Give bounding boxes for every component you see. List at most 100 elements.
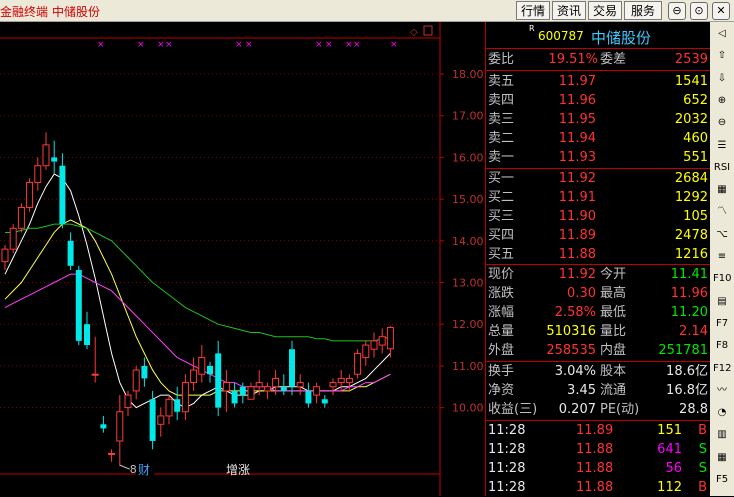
rsi-icon[interactable]: RSI xyxy=(713,159,731,177)
ask-row: 卖二 11.94 460 xyxy=(486,129,710,148)
stack-icon[interactable]: ≡ xyxy=(713,248,731,266)
f10-icon[interactable]: F10 xyxy=(713,270,731,288)
y-tick-label: 11.00 xyxy=(452,360,484,373)
stat-label: 最低 xyxy=(600,305,627,320)
event-mark-icon[interactable]: × xyxy=(353,40,361,50)
ask-label: 卖五 xyxy=(488,74,515,89)
arrow-left-icon[interactable]: ◁ xyxy=(713,25,731,43)
y-tick-label: 16.00 xyxy=(452,151,484,164)
tick-time: 11:28 xyxy=(488,480,526,495)
f8-icon[interactable]: F8 xyxy=(713,337,731,355)
candle-body xyxy=(174,399,181,412)
event-mark-icon[interactable]: × xyxy=(315,40,323,50)
bar-icon[interactable]: ▤ xyxy=(713,293,731,311)
stat-label: 涨幅 xyxy=(488,305,515,320)
event-mark-icon[interactable]: × xyxy=(245,40,253,50)
f7-icon[interactable]: F7 xyxy=(713,315,731,333)
bid-label: 买五 xyxy=(488,247,515,262)
stat-label: 总量 xyxy=(488,324,515,339)
line-icon[interactable]: 〰 xyxy=(713,382,731,400)
pie-icon[interactable]: ◔ xyxy=(713,404,731,422)
event-mark-icon[interactable]: × xyxy=(137,40,145,50)
ask-volume: 652 xyxy=(683,93,708,108)
candle-body xyxy=(124,394,132,409)
minimize-icon[interactable]: ⊖ xyxy=(668,2,686,20)
candle-body xyxy=(370,340,378,350)
close-icon[interactable]: ✕ xyxy=(712,2,730,20)
menu-trade-button[interactable]: 交易 xyxy=(588,1,622,20)
arrow-down-icon[interactable]: ⇩ xyxy=(713,70,731,88)
finance-label: 收益(三) xyxy=(488,402,538,417)
ask-label: 卖一 xyxy=(488,150,515,165)
capital-increase-label[interactable]: 增涨 xyxy=(226,462,250,477)
restore-icon[interactable]: ⊙ xyxy=(690,2,708,20)
event-mark-icon[interactable]: × xyxy=(325,40,333,50)
candle-body xyxy=(329,382,337,388)
tick-volume: 641 xyxy=(657,442,682,457)
stock-title: 中储股份 xyxy=(52,5,101,19)
candle-body xyxy=(141,365,148,379)
kline-chart[interactable]: × × × × × × × × × × × 18.0017.0016.0015.0014.0013.… xyxy=(0,22,485,496)
ask-row: 卖五 11.97 1541 xyxy=(486,72,710,91)
stat-value: 11.20 xyxy=(670,305,708,320)
finance-row: 收益(三) 0.207 PE(动) 28.8 xyxy=(486,400,710,419)
menu-news-button[interactable]: 资讯 xyxy=(552,1,586,20)
bid-price: 11.88 xyxy=(558,247,596,262)
stat-row: 外盘 258535 内盘 251781 xyxy=(486,341,710,360)
event-mark-icon[interactable]: × xyxy=(165,40,173,50)
stat-label: 内盘 xyxy=(600,343,627,358)
candle-body xyxy=(305,390,312,404)
title-bar: 金融终端 中储股份 行情 资讯 交易 服务 ⊖ ⊙ ✕ xyxy=(0,0,734,22)
grid-icon[interactable]: ▦ xyxy=(713,449,731,467)
zoom-in-icon[interactable]: ⊕ xyxy=(713,92,731,110)
weicha-value: 2539 xyxy=(674,52,708,67)
bid-volume: 1216 xyxy=(674,247,708,262)
bid-price: 11.90 xyxy=(558,209,596,224)
event-mark-icon[interactable]: × xyxy=(390,40,398,50)
tick-volume: 112 xyxy=(657,480,682,495)
f5-icon[interactable]: F5 xyxy=(713,471,731,489)
menu-service-button[interactable]: 服务 xyxy=(624,1,662,20)
event-mark-icon[interactable]: × xyxy=(345,40,353,50)
ask-label: 卖三 xyxy=(488,112,515,127)
candle-body xyxy=(386,327,394,350)
tick-side: S xyxy=(698,461,707,476)
indicator-icon[interactable]: ☰ xyxy=(713,137,731,155)
ask-volume: 460 xyxy=(683,131,708,146)
stock-code: 600787 xyxy=(538,29,584,43)
zoom-out-icon[interactable]: ⊖ xyxy=(713,114,731,132)
f12-icon[interactable]: F12 xyxy=(713,360,731,378)
bid-price: 11.91 xyxy=(558,190,596,205)
expand-icon[interactable]: ◇ xyxy=(410,27,418,38)
y-tick-label: 13.00 xyxy=(452,277,484,290)
event-mark-icon[interactable]: × xyxy=(157,40,165,50)
candle-body xyxy=(116,411,124,442)
arrow-up-icon[interactable]: ⇧ xyxy=(713,47,731,65)
candle-icon[interactable]: ⌥ xyxy=(713,226,731,244)
stat-row: 涨跌 0.30 最高 11.96 xyxy=(486,284,710,303)
candle-body xyxy=(321,399,328,404)
ask-label: 卖四 xyxy=(488,93,515,108)
bid-label: 买一 xyxy=(488,171,515,186)
trend-icon[interactable]: 〽 xyxy=(713,203,731,221)
menu-quotes-button[interactable]: 行情 xyxy=(516,1,550,20)
finance-label: 流通 xyxy=(600,383,627,398)
tick-row: 11:28 11.88 641 S xyxy=(486,440,710,459)
stat-value: 11.92 xyxy=(558,267,596,282)
ask-volume: 1541 xyxy=(674,74,708,89)
event-mark-icon[interactable]: × xyxy=(97,40,105,50)
bid-volume: 1292 xyxy=(674,190,708,205)
event-mark-icon[interactable]: × xyxy=(235,40,243,50)
stat-value: 258535 xyxy=(546,343,596,358)
tick-price: 11.88 xyxy=(576,461,614,476)
table-icon[interactable]: ▥ xyxy=(713,426,731,444)
ma-icon[interactable]: ▦ xyxy=(713,181,731,199)
tick-row: 11:28 11.88 112 B xyxy=(486,478,710,497)
divider xyxy=(486,48,710,49)
window-mode-icon[interactable] xyxy=(423,25,433,36)
stat-label: 涨跌 xyxy=(488,286,515,301)
weicha-label: 委差 xyxy=(600,52,627,67)
y-tick-label: 17.00 xyxy=(452,110,484,123)
stat-value: 11.96 xyxy=(670,286,708,301)
candle-body xyxy=(132,369,140,392)
